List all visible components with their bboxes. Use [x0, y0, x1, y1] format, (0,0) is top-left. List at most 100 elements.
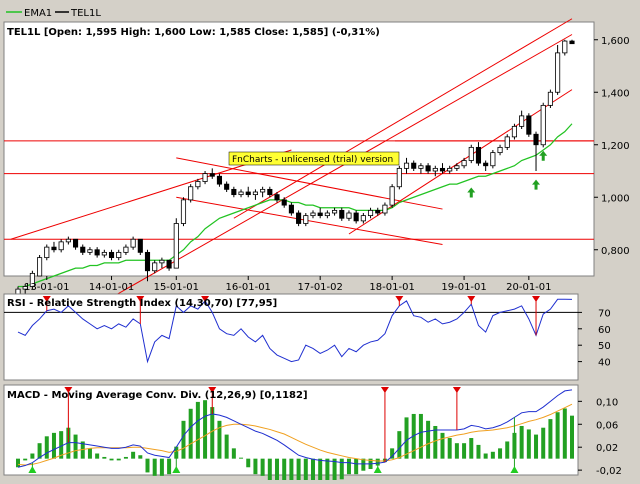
macd-histogram-bar — [440, 432, 445, 459]
price-y-tick-label: 1,400 — [601, 88, 630, 99]
candle-body — [108, 251, 115, 259]
macd-histogram-bar — [548, 419, 553, 459]
candle-body — [569, 40, 575, 45]
macd-histogram-bar — [260, 458, 265, 476]
candle-body — [267, 188, 273, 196]
candle-body — [353, 212, 359, 222]
macd-histogram-bar — [476, 444, 481, 459]
candle-body — [468, 146, 474, 161]
candle-body — [180, 199, 187, 224]
legend: EMA1 TEL1L — [6, 8, 101, 19]
macd-histogram-bar — [231, 448, 236, 459]
candle-body — [519, 115, 525, 127]
rsi-y-tick-label: 60 — [598, 325, 611, 336]
macd-histogram-bar — [30, 453, 35, 459]
candle-body — [173, 223, 179, 269]
candle-body — [202, 173, 208, 182]
macd-histogram-bar — [152, 458, 157, 476]
candle-body — [51, 246, 57, 251]
macd-histogram-bar — [95, 453, 100, 459]
macd-histogram-bar — [339, 458, 344, 480]
candle-body — [360, 215, 366, 222]
candle-body — [303, 215, 309, 224]
rsi-y-tick-label: 50 — [598, 341, 611, 352]
price-y-tick-label: 1,200 — [601, 141, 630, 152]
candle-body — [497, 146, 503, 154]
macd-histogram-bar — [188, 408, 193, 459]
candle-body — [130, 238, 136, 248]
macd-histogram-bar — [138, 455, 143, 459]
candle-body — [382, 204, 388, 214]
rsi-y-axis: 70 60 50 40 — [578, 308, 611, 369]
rsi-panel-title: RSI - Relative Strength Index (14,30,70)… — [7, 298, 277, 309]
candle — [490, 150, 496, 169]
price-y-axis: 1,600 1,400 1,200 1,000 0,800 — [594, 36, 630, 257]
candle-body — [274, 194, 280, 201]
macd-histogram-bar — [318, 458, 323, 484]
macd-histogram-bar — [131, 451, 136, 459]
macd-histogram-bar — [462, 443, 467, 459]
macd-histogram-bar — [541, 427, 546, 459]
macd-histogram-bar — [426, 420, 431, 459]
candle-body — [209, 173, 215, 177]
macd-histogram-bar — [224, 434, 229, 459]
candle — [188, 184, 194, 203]
candle-body — [224, 183, 230, 190]
candle — [137, 238, 143, 255]
chart-canvas: EMA1 TEL1L TEL1L [Open: 1,595 High: 1,60… — [3, 8, 630, 484]
macd-histogram-bar — [526, 429, 531, 459]
price-x-tick-label: 19-01-01 — [441, 282, 486, 293]
candle-body — [511, 125, 518, 138]
candle-body — [310, 212, 316, 217]
candle-body — [116, 251, 122, 259]
candle-body — [389, 186, 395, 206]
candle-body — [526, 115, 532, 135]
candle-body — [137, 238, 143, 253]
macd-histogram-bar — [433, 425, 438, 459]
macd-histogram-bar — [195, 401, 200, 459]
macd-y-tick-label: 0,10 — [596, 397, 618, 408]
candle-body — [101, 251, 107, 256]
candle-body — [339, 209, 345, 219]
candle-body — [238, 191, 244, 196]
candle — [540, 102, 546, 148]
price-y-tick-label: 1,600 — [601, 36, 630, 47]
candle — [389, 184, 395, 208]
macd-y-axis: 0,10 0,06 0,02 -0,02 — [578, 397, 622, 477]
candle-body — [504, 136, 510, 148]
macd-histogram-bar — [404, 417, 409, 459]
candle-body — [439, 167, 446, 172]
candle — [37, 255, 43, 277]
candle-body — [461, 160, 467, 167]
candle — [468, 144, 474, 164]
candle — [396, 165, 402, 190]
price-x-tick-label: 17-01-02 — [297, 282, 342, 293]
candle-body — [540, 104, 546, 146]
legend-ema-label[interactable]: EMA1 — [24, 8, 52, 19]
macd-histogram-bar — [23, 458, 28, 461]
price-x-tick-label: 15-01-01 — [154, 282, 199, 293]
candle-body — [425, 165, 431, 172]
macd-histogram-bar — [562, 408, 567, 459]
candle — [511, 123, 518, 140]
candle-body — [123, 246, 129, 253]
candle-body — [475, 146, 482, 164]
candle — [562, 39, 568, 56]
fncharts-window: EMA1 TEL1L TEL1L [Open: 1,595 High: 1,60… — [0, 0, 640, 484]
candle-body — [260, 188, 266, 193]
candle-body — [94, 249, 100, 256]
macd-histogram-bar — [346, 458, 351, 475]
candle — [296, 210, 302, 227]
candle — [180, 197, 187, 227]
macd-histogram-bar — [123, 456, 128, 459]
macd-histogram-bar — [454, 443, 459, 459]
candle-body — [432, 167, 438, 172]
candle-body — [73, 238, 79, 248]
price-x-axis: 13-01-01 14-01-01 15-01-01 16-01-01 17-01-02… — [24, 276, 552, 293]
candle-body — [44, 246, 50, 259]
price-panel[interactable] — [3, 21, 595, 277]
candle-body — [296, 212, 302, 224]
macd-histogram-bar — [159, 458, 164, 476]
legend-symbol-label[interactable]: TEL1L — [70, 8, 101, 19]
price-x-tick-label: 16-01-01 — [226, 282, 271, 293]
